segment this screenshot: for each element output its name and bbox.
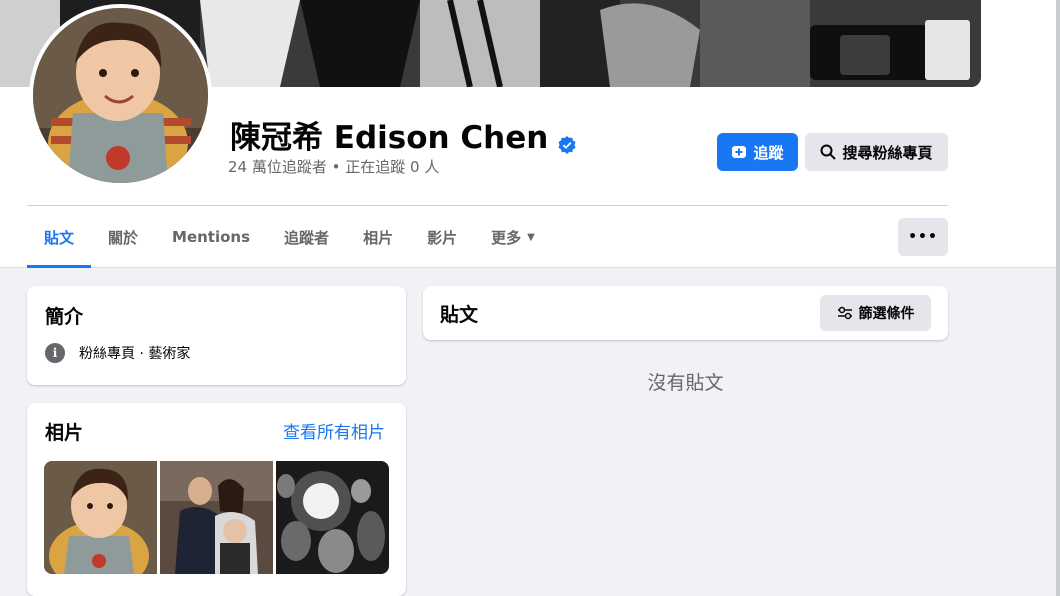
follower-stats: 24 萬位追蹤者 • 正在追蹤 0 人 <box>228 158 440 176</box>
window-edge <box>1056 0 1060 596</box>
photo-image <box>160 461 273 574</box>
tab-videos[interactable]: 影片 <box>410 206 474 268</box>
tab-about-label: 關於 <box>108 228 139 247</box>
filter-button[interactable]: 篩選條件 <box>820 295 931 331</box>
tab-photos[interactable]: 相片 <box>346 206 410 268</box>
tab-followers[interactable]: 追蹤者 <box>267 206 346 268</box>
photo-thumbnail[interactable] <box>44 461 157 574</box>
more-options-button[interactable]: ••• <box>898 218 948 256</box>
tab-posts-label: 貼文 <box>44 228 75 247</box>
avatar-image <box>33 8 208 183</box>
tab-followers-label: 追蹤者 <box>284 228 330 247</box>
search-icon <box>820 144 837 160</box>
search-button-label: 搜尋粉絲專頁 <box>842 143 933 162</box>
photos-title: 相片 <box>45 422 84 444</box>
follow-button-label: 追蹤 <box>753 143 784 162</box>
see-all-photos-link[interactable]: 查看所有相片 <box>283 418 385 443</box>
profile-name-text: 陳冠希 Edison Chen <box>230 120 549 156</box>
photo-thumbnail[interactable] <box>276 461 389 574</box>
tab-photos-label: 相片 <box>363 228 394 247</box>
intro-title: 簡介 <box>45 306 84 328</box>
intro-category: 粉絲專頁 · 藝術家 <box>79 346 191 362</box>
follow-button[interactable]: 追蹤 <box>717 133 798 171</box>
posts-title: 貼文 <box>440 304 479 326</box>
tab-mentions-label: Mentions <box>172 228 251 246</box>
tab-videos-label: 影片 <box>427 228 458 247</box>
empty-posts-message: 沒有貼文 <box>647 372 724 394</box>
tab-posts[interactable]: 貼文 <box>27 206 92 268</box>
tab-about[interactable]: 關於 <box>91 206 155 268</box>
search-page-button[interactable]: 搜尋粉絲專頁 <box>805 133 948 171</box>
intro-category-row: i 粉絲專頁 · 藝術家 <box>45 343 190 363</box>
profile-name: 陳冠希 Edison Chen <box>230 112 576 157</box>
photo-image <box>44 461 157 574</box>
filter-button-label: 篩選條件 <box>858 306 915 322</box>
chevron-down-icon: ▼ <box>527 231 535 243</box>
info-icon: i <box>45 343 65 363</box>
filter-sliders-icon <box>837 305 853 321</box>
add-follow-icon <box>731 144 747 160</box>
verified-badge-icon <box>558 126 576 154</box>
photo-image <box>276 461 389 574</box>
profile-avatar[interactable] <box>29 4 212 187</box>
intro-card <box>27 286 406 385</box>
profile-tabs: 貼文 關於 Mentions 追蹤者 相片 影片 更多 ▼ <box>27 206 552 268</box>
tab-mentions[interactable]: Mentions <box>155 206 267 268</box>
photo-thumbnail[interactable] <box>160 461 273 574</box>
tab-more[interactable]: 更多 ▼ <box>474 206 552 268</box>
profile-header: 陳冠希 Edison Chen 24 萬位追蹤者 • 正在追蹤 0 人 追蹤 搜… <box>0 0 1060 268</box>
tab-more-label: 更多 <box>491 228 522 247</box>
